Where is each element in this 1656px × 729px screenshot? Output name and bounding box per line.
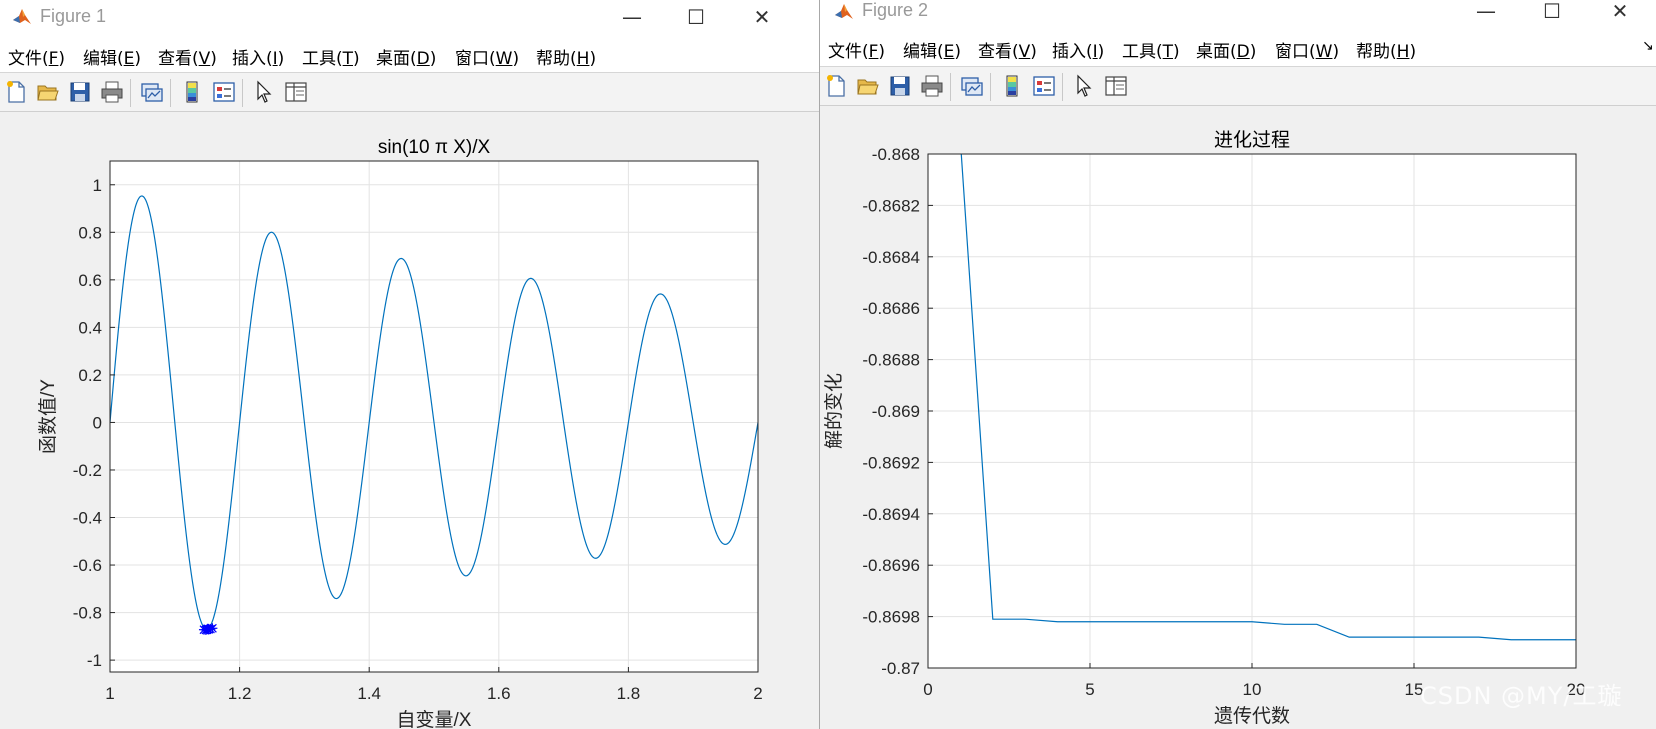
y-tick-label: -0.8694 <box>862 505 920 524</box>
y-tick-label: -0.4 <box>73 509 102 528</box>
y-tick-label: -0.8682 <box>862 196 920 215</box>
y-tick-label: -0.8698 <box>862 608 920 627</box>
y-tick-label: 0.6 <box>78 271 102 290</box>
y-tick-label: 1 <box>93 176 102 195</box>
csdn-watermark: CSDN @MY/工璇 <box>1420 682 1623 710</box>
y-tick-label: 0.8 <box>78 223 102 242</box>
x-tick-label: 1 <box>105 684 114 703</box>
y-tick-label: 0.4 <box>78 318 102 337</box>
y-tick-label: -0.8692 <box>862 453 920 472</box>
x-axis-label: 自变量/X <box>397 709 472 729</box>
y-tick-label: 0 <box>93 413 102 432</box>
y-tick-label: -1 <box>87 651 102 670</box>
plot-area[interactable]: 1 1.2 1.4 1.6 1.8 2 -1 -0.8 -0.6 -0.4 -0.2 0 0.2 0.4 0… <box>0 0 820 729</box>
y-tick-label: -0.8688 <box>862 351 920 370</box>
y-tick-label: -0.8 <box>73 604 102 623</box>
y-tick-label: -0.868 <box>872 145 920 164</box>
chart-title: 进化过程 <box>1214 129 1290 151</box>
x-tick-label: 1.4 <box>357 684 381 703</box>
x-tick-label: 1.6 <box>487 684 511 703</box>
y-tick-label: -0.6 <box>73 556 102 575</box>
y-tick-label: -0.87 <box>881 659 920 678</box>
y-tick-label: -0.8684 <box>862 248 920 267</box>
y-tick-label: -0.869 <box>872 402 920 421</box>
marker-point[interactable] <box>202 623 213 634</box>
y-tick-label: -0.2 <box>73 461 102 480</box>
x-tick-label: 0 <box>923 680 932 699</box>
figure-1-window: Figure 1 — ☐ ✕ 文件(F) 编辑(E) 查看(V) 插入(I) 工具(T)… <box>0 0 820 729</box>
x-tick-label: 10 <box>1243 680 1262 699</box>
x-tick-label: 5 <box>1085 680 1094 699</box>
y-tick-label: -0.8686 <box>862 299 920 318</box>
x-tick-label: 2 <box>753 684 762 703</box>
axes-background[interactable] <box>110 161 758 672</box>
x-tick-label: 1.2 <box>228 684 252 703</box>
chart-title: sin(10 π X)/X <box>378 137 491 158</box>
x-axis-label: 遗传代数 <box>1214 705 1290 727</box>
figure-2-window: Figure 2 — ☐ ✕ ↘ 文件(F) 编辑(E) 查看(V) 插入(I) 工具(… <box>820 0 1656 729</box>
plot-area[interactable]: 0 5 10 15 20-0.868-0.8682-0.8684-0.8686-0.86… <box>820 0 1656 729</box>
y-tick-label: -0.8696 <box>862 556 920 575</box>
x-tick-label: 1.8 <box>617 684 641 703</box>
y-axis-label: 函数值/Y <box>37 379 59 454</box>
y-tick-label: 0.2 <box>78 366 102 385</box>
y-axis-label: 解的变化 <box>823 373 845 449</box>
